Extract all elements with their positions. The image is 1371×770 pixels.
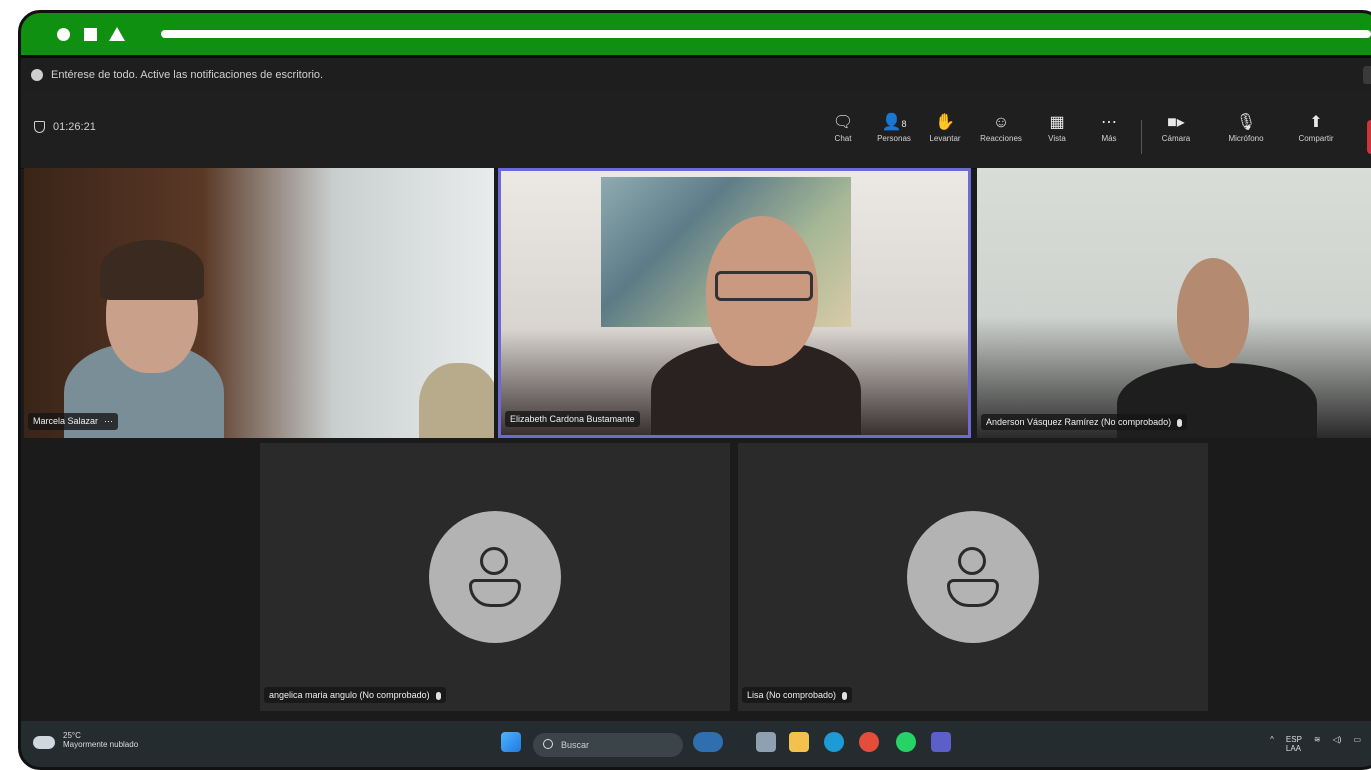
title-bar <box>21 13 1371 58</box>
video-tile[interactable]: Anderson Vásquez Ramírez (No comprobado) <box>977 168 1371 438</box>
participant-hair <box>100 240 204 300</box>
taskbar-search[interactable]: Buscar <box>533 733 683 757</box>
more-button[interactable]: ⋯ Más <box>1084 112 1134 143</box>
toolbar-divider <box>1141 120 1142 154</box>
notification-banner: Entérese de todo. Active las notificacio… <box>21 58 1371 92</box>
weather-temp: 25°C <box>63 731 81 740</box>
task-view-icon[interactable] <box>756 732 776 752</box>
app-window: Entérese de todo. Active las notificacio… <box>18 10 1371 770</box>
edge-browser-icon[interactable] <box>824 732 844 752</box>
microphone-icon: 🎙 <box>1235 114 1257 131</box>
participant-name-label: Elizabeth Cardona Bustamante <box>505 411 640 427</box>
people-button[interactable]: 👤8 Personas <box>869 112 919 143</box>
participant-name-label: Marcela Salazar ⋯ <box>28 413 119 430</box>
leave-button[interactable] <box>1367 120 1371 154</box>
windows-taskbar: 25°C Mayormente nublado Buscar ^ ESP LAA … <box>21 721 1371 767</box>
background-person <box>419 363 494 438</box>
view-icon: ▦ <box>1049 114 1065 131</box>
video-tile[interactable]: Lisa (No comprobado) <box>738 443 1208 711</box>
meeting-timer: 01:26:21 <box>34 121 96 133</box>
search-icon <box>543 739 553 749</box>
circle-icon <box>57 28 70 41</box>
notification-text: Entérese de todo. Active las notificacio… <box>51 69 324 81</box>
teams-icon[interactable] <box>931 732 951 752</box>
address-bar[interactable] <box>161 30 1371 38</box>
microphone-muted-icon <box>435 691 441 700</box>
battery-icon[interactable]: ▭ <box>1353 735 1361 753</box>
volume-icon[interactable]: ◁) <box>1333 735 1342 753</box>
microphone-muted-icon <box>1177 418 1183 427</box>
chat-button[interactable]: 🗨 Chat <box>818 112 868 143</box>
share-icon: ⬆ <box>1309 114 1323 131</box>
file-explorer-icon[interactable] <box>789 732 809 752</box>
system-tray: ^ ESP LAA ≋ ◁) ▭ <box>1270 735 1361 753</box>
camera-button[interactable]: ■▸ Cámara <box>1151 112 1201 143</box>
whatsapp-icon[interactable] <box>896 732 916 752</box>
triangle-icon <box>109 27 125 41</box>
microphone-muted-icon <box>842 691 848 700</box>
raise-hand-icon: ✋ <box>935 114 955 131</box>
participant-name-label: Lisa (No comprobado) <box>742 687 853 703</box>
square-icon <box>84 28 97 41</box>
video-tile-active-speaker[interactable]: Elizabeth Cardona Bustamante <box>498 168 971 438</box>
weather-desc: Mayormente nublado <box>63 740 139 749</box>
avatar-icon <box>907 511 1039 643</box>
video-tile[interactable]: Marcela Salazar ⋯ <box>24 168 494 438</box>
raise-hand-button[interactable]: ✋ Levantar <box>920 112 970 143</box>
glasses-icon <box>715 271 813 301</box>
avatar-icon <box>429 511 561 643</box>
chevron-up-icon[interactable]: ^ <box>1270 735 1274 753</box>
more-icon: ⋯ <box>1101 114 1117 131</box>
notification-action-button[interactable] <box>1363 66 1371 84</box>
windows-start-icon[interactable] <box>501 732 521 752</box>
widgets-icon[interactable] <box>693 732 723 752</box>
share-button[interactable]: ⬆ Compartir <box>1291 112 1341 143</box>
shield-icon <box>34 121 45 133</box>
chat-icon: 🗨 <box>832 114 854 131</box>
language-indicator[interactable]: ESP LAA <box>1286 735 1302 753</box>
reactions-icon: ☺ <box>992 114 1010 131</box>
participant-face <box>1177 258 1249 368</box>
meeting-toolbar: 01:26:21 🗨 Chat 👤8 Personas ✋ Levantar ☺… <box>21 92 1371 169</box>
camera-icon: ■▸ <box>1167 114 1185 131</box>
chrome-browser-icon[interactable] <box>859 732 879 752</box>
wifi-icon[interactable]: ≋ <box>1314 735 1321 753</box>
people-icon: 👤8 <box>881 114 907 131</box>
participant-name-label: Anderson Vásquez Ramírez (No comprobado) <box>981 414 1188 430</box>
participant-name-label: angelica maria angulo (No comprobado) <box>264 687 446 703</box>
more-options-icon[interactable]: ⋯ <box>104 416 113 427</box>
reactions-button[interactable]: ☺ Reacciones <box>976 112 1026 143</box>
timer-text: 01:26:21 <box>53 121 96 133</box>
weather-widget[interactable]: 25°C Mayormente nublado <box>33 731 138 749</box>
video-tile[interactable]: angelica maria angulo (No comprobado) <box>260 443 730 711</box>
info-icon <box>31 69 43 81</box>
cloud-icon <box>33 736 55 749</box>
microphone-button[interactable]: 🎙 Micrófono <box>1221 112 1271 143</box>
view-button[interactable]: ▦ Vista <box>1032 112 1082 143</box>
